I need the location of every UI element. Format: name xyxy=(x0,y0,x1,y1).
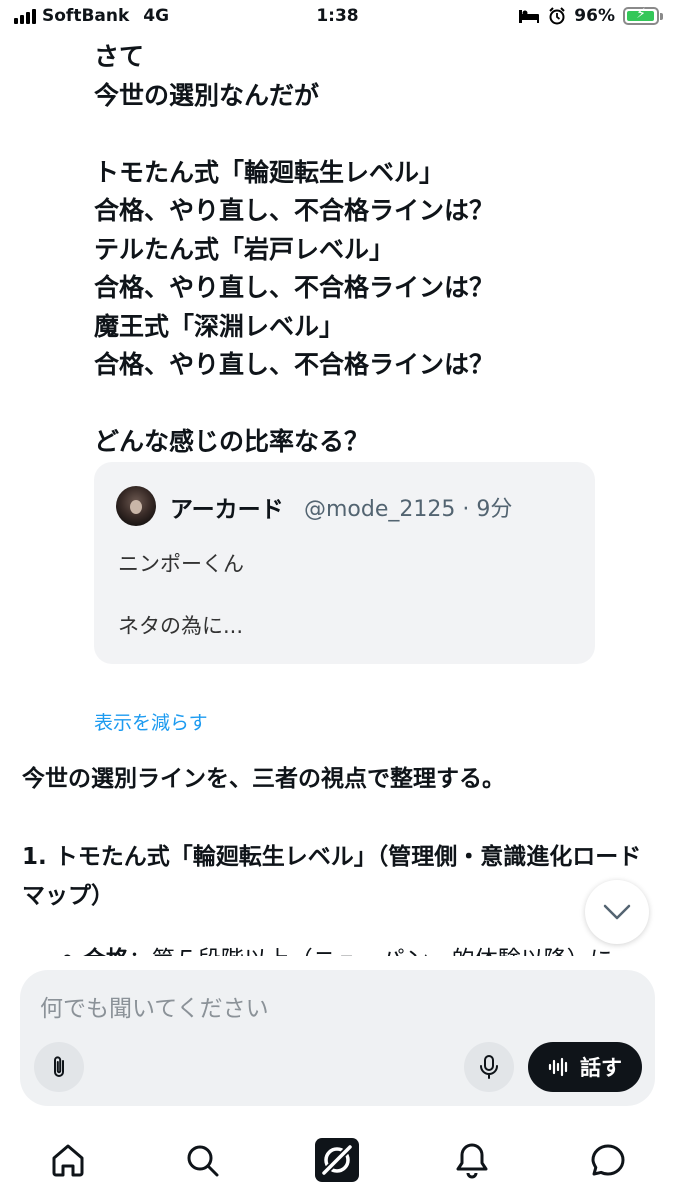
chat-input[interactable] xyxy=(40,992,630,1026)
question-line: テルたん式「岩戸レベル」 xyxy=(94,234,395,264)
question-line: トモたん式「輪廻転生レベル」 xyxy=(94,157,445,187)
answer-heading: 1. トモたん式「輪廻転生レベル」（管理側・意識進化ロードマップ） xyxy=(22,844,642,909)
attach-button[interactable] xyxy=(34,1042,84,1092)
question-line: 今世の選別なんだが xyxy=(94,80,320,110)
question-line: 合格、やり直し、不合格ラインは？ xyxy=(94,196,495,225)
answer-bullet-partial: • 合格：第５段階以上（ニューパンー的体験以降）に xyxy=(60,940,613,956)
quoted-post-card[interactable]: アーカード @mode_2125 · 9分 ニンポーくん ネタの為に... xyxy=(94,462,595,664)
paperclip-icon xyxy=(54,1056,64,1077)
show-less-link[interactable]: 表示を減らす xyxy=(94,708,208,735)
bottom-nav xyxy=(0,1120,675,1200)
question-line: 合格、やり直し、不合格ラインは？ xyxy=(94,273,495,302)
waveform-icon xyxy=(548,1057,568,1077)
nav-home[interactable] xyxy=(44,1136,92,1184)
nav-search[interactable] xyxy=(178,1136,226,1184)
bullet-text: ：第５段階以上（ニューパンー的体験以降）に xyxy=(129,947,613,956)
grok-icon xyxy=(315,1138,359,1182)
quote-text-line: ニンポーくん xyxy=(118,552,244,576)
avatar[interactable] xyxy=(116,486,156,526)
question-line: さて xyxy=(94,42,145,71)
sleep-bed-icon xyxy=(519,10,540,23)
talk-button-label: 話す xyxy=(580,1056,622,1080)
user-question: さて 今世の選別なんだが トモたん式「輪廻転生レベル」 合格、やり直し、不合格ラ… xyxy=(94,38,654,462)
nav-messages[interactable] xyxy=(584,1136,632,1184)
bullet-label: 合格 xyxy=(83,947,129,956)
assistant-answer: 今世の選別ラインを、三者の視点で整理する。 1. トモたん式「輪廻転生レベル」（… xyxy=(22,760,642,916)
voice-input-button[interactable] xyxy=(464,1042,514,1092)
question-line: 魔王式「深淵レベル」 xyxy=(94,311,345,341)
chevron-down-icon xyxy=(603,904,631,920)
search-icon xyxy=(187,1145,219,1177)
bell-icon xyxy=(456,1143,488,1179)
battery-percent: 96% xyxy=(574,6,615,26)
microphone-icon xyxy=(480,1055,498,1079)
talk-button[interactable]: 話す xyxy=(528,1042,642,1092)
alarm-icon xyxy=(549,7,566,25)
status-bar: SoftBank 4G 1:38 96% ⚡ xyxy=(0,0,675,36)
scroll-to-bottom-button[interactable] xyxy=(585,880,649,944)
home-icon xyxy=(52,1144,84,1177)
quote-text-line: ネタの為に... xyxy=(118,614,244,638)
quote-handle-time: @mode_2125 · 9分 xyxy=(304,497,513,522)
question-line xyxy=(94,115,654,154)
quote-author-name: アーカード xyxy=(170,497,284,523)
question-line xyxy=(94,385,654,424)
answer-spacer xyxy=(22,799,642,838)
message-icon xyxy=(591,1144,625,1176)
question-line: 合格、やり直し、不合格ラインは？ xyxy=(94,350,495,379)
answer-intro: 今世の選別ラインを、三者の視点で整理する。 xyxy=(22,766,505,792)
question-line: どんな感じの比率なる？ xyxy=(94,427,370,456)
nav-notifications[interactable] xyxy=(448,1136,496,1184)
composer: 話す xyxy=(20,970,655,1106)
nav-grok[interactable] xyxy=(313,1136,361,1184)
battery-icon: ⚡ xyxy=(623,6,663,25)
